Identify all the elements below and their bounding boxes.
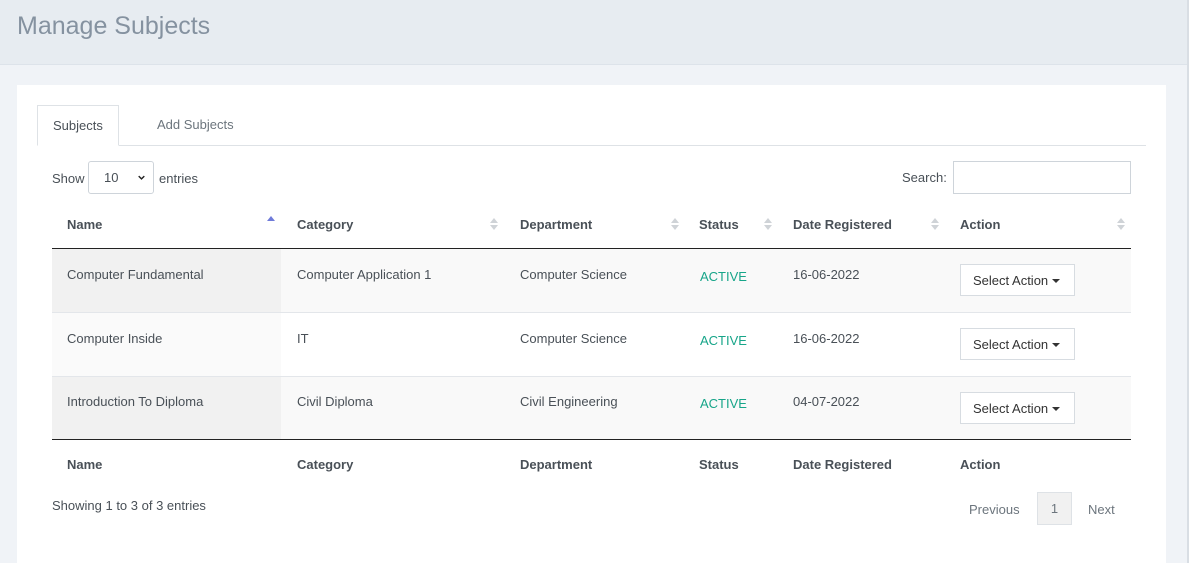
subjects-card: Subjects Add Subjects Show 10 entries Se… [17,85,1166,563]
column-header-status[interactable]: Status [699,217,739,232]
pagination-next[interactable]: Next [1088,502,1115,517]
subject-name: Introduction To Diploma [67,394,204,409]
subject-department: Civil Engineering [520,394,618,409]
sort-both-icon [931,218,939,230]
table-footer-divider [52,439,1131,440]
column-header-category[interactable]: Category [297,217,353,232]
page-header: Manage Subjects [0,0,1187,65]
table-row: Computer Inside IT Computer Science ACTI… [52,312,1131,376]
column-header-department[interactable]: Department [520,217,592,232]
footer-header-category: Category [297,457,354,472]
pagination-page-1[interactable]: 1 [1037,492,1072,525]
date-registered: 16-06-2022 [793,331,860,346]
entries-select[interactable]: 10 [88,161,154,194]
date-registered: 16-06-2022 [793,267,860,282]
table-info: Showing 1 to 3 of 3 entries [52,498,206,513]
caret-down-icon [1052,407,1061,412]
page-title: Manage Subjects [17,12,211,40]
column-header-action[interactable]: Action [960,217,1000,232]
chevron-down-icon [138,175,145,180]
search-input[interactable] [953,161,1131,194]
status-badge: ACTIVE [700,333,747,348]
select-action-button[interactable]: Select Action [960,328,1075,360]
footer-header-status: Status [699,457,739,472]
sort-both-icon [671,218,679,230]
footer-header-name: Name [67,457,103,472]
select-action-label: Select Action [973,336,1049,352]
select-action-label: Select Action [973,400,1049,416]
tab-bar: Subjects Add Subjects [37,105,1146,146]
table-row: Introduction To Diploma Civil Diploma Ci… [52,376,1131,439]
subject-category: Civil Diploma [297,394,373,409]
select-action-label: Select Action [973,272,1049,288]
tab-subjects[interactable]: Subjects [37,105,119,146]
footer-header-action: Action [960,457,1001,472]
subject-name: Computer Inside [67,331,163,346]
entries-select-value: 10 [104,170,119,185]
footer-header-department: Department [520,457,593,472]
sort-asc-icon [267,216,275,221]
column-header-name[interactable]: Name [67,217,102,232]
table-row: Computer Fundamental Computer Applicatio… [52,249,1131,312]
caret-down-icon [1052,279,1061,284]
caret-down-icon [1052,343,1061,348]
search-label: Search: [902,170,947,185]
subject-department: Computer Science [520,267,627,282]
subject-name: Computer Fundamental [67,267,204,282]
date-registered: 04-07-2022 [793,394,860,409]
sort-both-icon [764,218,772,230]
column-header-date-registered[interactable]: Date Registered [793,217,892,232]
select-action-button[interactable]: Select Action [960,264,1075,296]
tab-add-subjects[interactable]: Add Subjects [142,105,249,145]
entries-label: entries [159,171,199,186]
sort-both-icon [1117,218,1125,230]
sort-both-icon [490,218,498,230]
footer-header-date-registered: Date Registered [793,457,892,472]
show-label: Show [52,171,85,186]
pagination-previous[interactable]: Previous [969,502,1020,517]
status-badge: ACTIVE [700,269,747,284]
select-action-button[interactable]: Select Action [960,392,1075,424]
status-badge: ACTIVE [700,396,747,411]
subject-category: Computer Application 1 [297,267,432,282]
subject-department: Computer Science [520,331,627,346]
subject-category: IT [297,331,309,346]
